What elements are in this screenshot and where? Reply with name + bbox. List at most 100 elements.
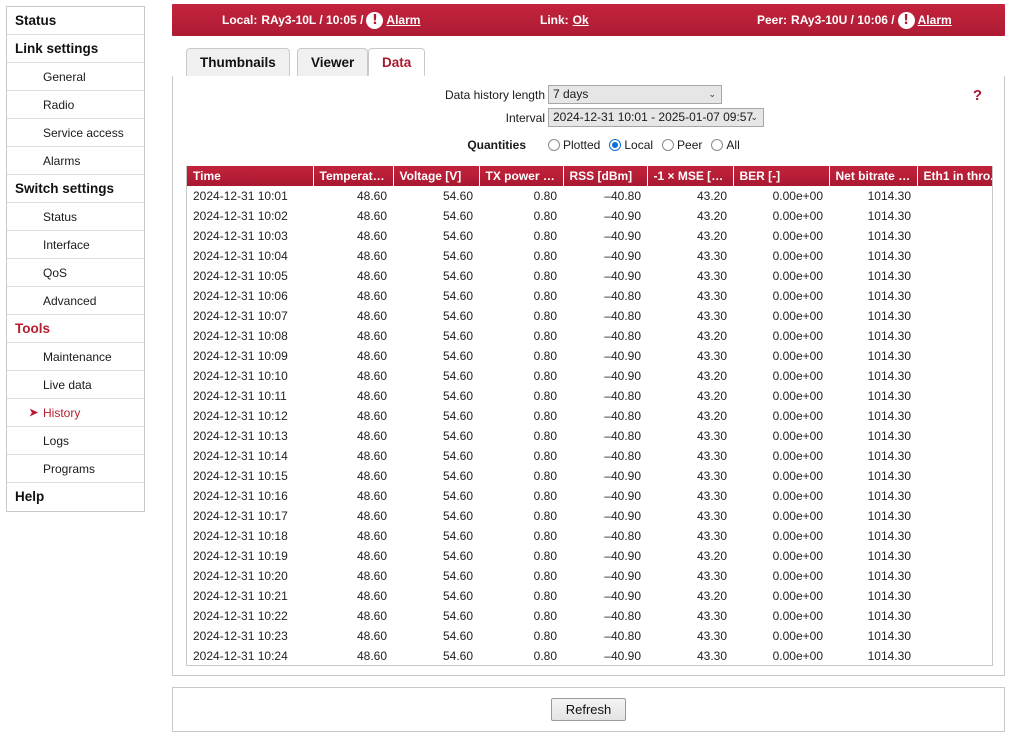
radio-all[interactable]: All <box>711 138 740 152</box>
sidebar-item-live-data[interactable]: Live data <box>7 371 144 399</box>
local-alarm-badge[interactable]: ! Alarm <box>366 11 420 29</box>
cell-value: 0.00e+00 <box>733 566 829 587</box>
cell-value: 43.20 <box>647 326 733 347</box>
cell-value: 48.60 <box>313 246 393 267</box>
sidebar-section-link-settings[interactable]: Link settings <box>7 35 144 63</box>
cell-value: 0.00 <box>917 466 992 487</box>
cell-value: 54.60 <box>393 346 479 367</box>
sidebar-item-maintenance[interactable]: Maintenance <box>7 343 144 371</box>
cell-value: 43.30 <box>647 466 733 487</box>
cell-value: 0.80 <box>479 346 563 367</box>
peer-alarm-badge[interactable]: ! Alarm <box>897 11 952 29</box>
sidebar-item-label: Interface <box>43 238 90 252</box>
cell-value: –40.90 <box>563 266 647 287</box>
table-row[interactable]: 2024-12-31 10:22 48.60 54.60 0.80 –40.80 43.3… <box>187 606 992 627</box>
sidebar-item-status[interactable]: Status <box>7 203 144 231</box>
table-row[interactable]: 2024-12-31 10:04 48.60 54.60 0.80 –40.90 43.3… <box>187 246 992 267</box>
sidebar-item-service-access[interactable]: Service access <box>7 119 144 147</box>
table-row[interactable]: 2024-12-31 10:06 48.60 54.60 0.80 –40.80 43.3… <box>187 286 992 307</box>
table-row[interactable]: 2024-12-31 10:10 48.60 54.60 0.80 –40.90 43.2… <box>187 366 992 387</box>
cell-value: 0.00 <box>917 546 992 567</box>
column-header-8[interactable]: Eth1 in thro. <box>917 166 992 186</box>
radio-plotted[interactable]: Plotted <box>548 138 600 152</box>
table-row[interactable]: 2024-12-31 10:09 48.60 54.60 0.80 –40.90 43.3… <box>187 346 992 367</box>
column-header-2[interactable]: Voltage [V] <box>393 166 480 186</box>
cell-value: –40.90 <box>563 366 647 387</box>
cell-value: 43.30 <box>647 526 733 547</box>
table-row[interactable]: 2024-12-31 10:03 48.60 54.60 0.80 –40.90 43.2… <box>187 226 992 247</box>
cell-value: 1014.30 <box>829 626 917 647</box>
table-row[interactable]: 2024-12-31 10:11 48.60 54.60 0.80 –40.80 43.2… <box>187 386 992 407</box>
sidebar-item-alarms[interactable]: Alarms <box>7 147 144 175</box>
cell-value: 0.80 <box>479 606 563 627</box>
table-row[interactable]: 2024-12-31 10:18 48.60 54.60 0.80 –40.80 43.3… <box>187 526 992 547</box>
table-row[interactable]: 2024-12-31 10:02 48.60 54.60 0.80 –40.90 43.2… <box>187 206 992 227</box>
peer-alarm-link[interactable]: Alarm <box>918 13 952 27</box>
cell-time: 2024-12-31 10:23 <box>187 626 313 647</box>
radio-plotted-label: Plotted <box>563 138 601 152</box>
column-header-6[interactable]: BER [-] <box>733 166 830 186</box>
sidebar-section-switch-settings[interactable]: Switch settings <box>7 175 144 203</box>
sidebar-section-status[interactable]: Status <box>7 7 144 35</box>
table-row[interactable]: 2024-12-31 10:17 48.60 54.60 0.80 –40.90 43.3… <box>187 506 992 527</box>
cell-value: 0.00e+00 <box>733 426 829 447</box>
radio-plotted-dot <box>548 139 560 151</box>
cell-value: –40.90 <box>563 506 647 527</box>
table-row[interactable]: 2024-12-31 10:05 48.60 54.60 0.80 –40.90 43.3… <box>187 266 992 287</box>
table-row[interactable]: 2024-12-31 10:21 48.60 54.60 0.80 –40.90 43.2… <box>187 586 992 607</box>
table-row[interactable]: 2024-12-31 10:24 48.60 54.60 0.80 –40.90 43.3… <box>187 646 992 665</box>
column-header-3[interactable]: TX power [... <box>479 166 564 186</box>
radio-all-label: All <box>726 138 740 152</box>
sidebar-item-programs[interactable]: Programs <box>7 455 144 483</box>
cell-value: 1014.30 <box>829 226 917 247</box>
table-row[interactable]: 2024-12-31 10:08 48.60 54.60 0.80 –40.80 43.2… <box>187 326 992 347</box>
sidebar-item-history[interactable]: ➤ History <box>7 399 144 427</box>
sidebar-item-logs[interactable]: Logs <box>7 427 144 455</box>
sidebar-section-tools[interactable]: Tools <box>7 315 144 343</box>
cell-value: 1014.30 <box>829 346 917 367</box>
cell-value: 48.60 <box>313 646 393 665</box>
column-header-0[interactable]: Time <box>187 166 314 186</box>
column-header-7[interactable]: Net bitrate [... <box>829 166 918 186</box>
sidebar-item-general[interactable]: General <box>7 63 144 91</box>
cell-value: 54.60 <box>393 526 479 547</box>
radio-local[interactable]: Local <box>609 138 653 152</box>
sidebar-item-radio[interactable]: Radio <box>7 91 144 119</box>
refresh-button[interactable]: Refresh <box>550 698 627 721</box>
table-row[interactable]: 2024-12-31 10:07 48.60 54.60 0.80 –40.80 43.3… <box>187 306 992 327</box>
cell-value: 1014.30 <box>829 546 917 567</box>
table-row[interactable]: 2024-12-31 10:13 48.60 54.60 0.80 –40.80 43.3… <box>187 426 992 447</box>
tab-thumbnails[interactable]: Thumbnails <box>186 48 290 76</box>
column-header-4[interactable]: RSS [dBm] <box>563 166 648 186</box>
status-link-value[interactable]: Ok <box>573 13 589 27</box>
cell-value: 54.60 <box>393 446 479 467</box>
sidebar-section-help[interactable]: Help <box>7 483 144 511</box>
data-history-length-select[interactable]: 7 days ⌄ <box>548 85 722 104</box>
table-row[interactable]: 2024-12-31 10:14 48.60 54.60 0.80 –40.80 43.3… <box>187 446 992 467</box>
tab-data[interactable]: Data <box>368 48 426 76</box>
table-row[interactable]: 2024-12-31 10:20 48.60 54.60 0.80 –40.90 43.3… <box>187 566 992 587</box>
cell-time: 2024-12-31 10:14 <box>187 446 313 467</box>
cell-value: 43.20 <box>647 366 733 387</box>
interval-select[interactable]: 2024-12-31 10:01 - 2025-01-07 09:57 ⌄ <box>548 108 764 127</box>
table-row[interactable]: 2024-12-31 10:01 48.60 54.60 0.80 –40.80 43.2… <box>187 186 992 207</box>
radio-peer[interactable]: Peer <box>662 138 702 152</box>
sidebar-item-advanced[interactable]: Advanced <box>7 287 144 315</box>
table-row[interactable]: 2024-12-31 10:23 48.60 54.60 0.80 –40.80 43.3… <box>187 626 992 647</box>
column-header-1[interactable]: Temperatur... <box>313 166 394 186</box>
tab-viewer[interactable]: Viewer <box>297 48 369 76</box>
cell-time: 2024-12-31 10:02 <box>187 206 313 227</box>
radio-all-dot <box>711 139 724 151</box>
table-row[interactable]: 2024-12-31 10:16 48.60 54.60 0.80 –40.90 43.3… <box>187 486 992 507</box>
sidebar-item-qos[interactable]: QoS <box>7 259 144 287</box>
local-alarm-link[interactable]: Alarm <box>386 13 420 27</box>
table-row[interactable]: 2024-12-31 10:15 48.60 54.60 0.80 –40.90 43.3… <box>187 466 992 487</box>
table-row[interactable]: 2024-12-31 10:19 48.60 54.60 0.80 –40.90 43.2… <box>187 546 992 567</box>
table-row[interactable]: 2024-12-31 10:12 48.60 54.60 0.80 –40.80 43.2… <box>187 406 992 427</box>
cell-value: 0.00 <box>917 606 992 627</box>
sidebar-item-interface[interactable]: Interface <box>7 231 144 259</box>
alert-icon: ! <box>897 11 915 29</box>
cell-value: 1014.30 <box>829 246 917 267</box>
column-header-5[interactable]: -1 × MSE [dB] <box>647 166 734 186</box>
cell-value: 54.60 <box>393 486 479 507</box>
